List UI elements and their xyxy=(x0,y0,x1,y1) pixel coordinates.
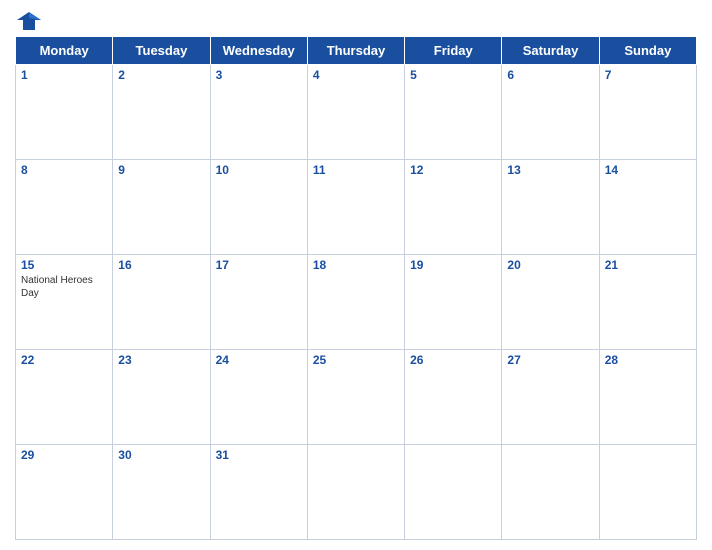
day-number: 5 xyxy=(410,68,496,82)
calendar-cell: 27 xyxy=(502,350,599,445)
calendar-cell: 4 xyxy=(307,65,404,160)
calendar-cell: 9 xyxy=(113,160,210,255)
calendar-cell: 18 xyxy=(307,255,404,350)
calendar-cell xyxy=(307,445,404,540)
calendar-header xyxy=(15,10,697,32)
calendar-cell: 7 xyxy=(599,65,696,160)
calendar-cell: 2 xyxy=(113,65,210,160)
day-number: 30 xyxy=(118,448,204,462)
day-number: 29 xyxy=(21,448,107,462)
weekday-header-thursday: Thursday xyxy=(307,37,404,65)
calendar-cell: 28 xyxy=(599,350,696,445)
weekday-header-friday: Friday xyxy=(405,37,502,65)
day-number: 6 xyxy=(507,68,593,82)
week-row-1: 1234567 xyxy=(16,65,697,160)
day-number: 22 xyxy=(21,353,107,367)
day-number: 3 xyxy=(216,68,302,82)
day-number: 11 xyxy=(313,163,399,177)
week-row-5: 29 30 31 xyxy=(16,445,697,540)
week-row-3: 15 National Heroes Day 16 17 18 19 20 21 xyxy=(16,255,697,350)
day-number: 21 xyxy=(605,258,691,272)
calendar-cell: 5 xyxy=(405,65,502,160)
calendar-cell: 14 xyxy=(599,160,696,255)
calendar-cell xyxy=(405,445,502,540)
day-number: 18 xyxy=(313,258,399,272)
weekday-header-sunday: Sunday xyxy=(599,37,696,65)
day-number: 13 xyxy=(507,163,593,177)
day-number: 28 xyxy=(605,353,691,367)
weekday-header-row: MondayTuesdayWednesdayThursdayFridaySatu… xyxy=(16,37,697,65)
calendar-cell: 26 xyxy=(405,350,502,445)
calendar-cell: 13 xyxy=(502,160,599,255)
logo xyxy=(15,10,47,32)
calendar-cell: 29 xyxy=(16,445,113,540)
day-number: 2 xyxy=(118,68,204,82)
day-number: 12 xyxy=(410,163,496,177)
day-number: 26 xyxy=(410,353,496,367)
weekday-header-saturday: Saturday xyxy=(502,37,599,65)
day-number: 8 xyxy=(21,163,107,177)
day-number: 9 xyxy=(118,163,204,177)
weekday-header-wednesday: Wednesday xyxy=(210,37,307,65)
day-number: 10 xyxy=(216,163,302,177)
calendar-cell: 10 xyxy=(210,160,307,255)
calendar-cell: 15 National Heroes Day xyxy=(16,255,113,350)
day-number: 19 xyxy=(410,258,496,272)
day-number: 1 xyxy=(21,68,107,82)
weekday-header-monday: Monday xyxy=(16,37,113,65)
calendar-cell: 12 xyxy=(405,160,502,255)
calendar-cell: 17 xyxy=(210,255,307,350)
logo-bird-icon xyxy=(15,10,43,32)
calendar-cell: 20 xyxy=(502,255,599,350)
day-number: 20 xyxy=(507,258,593,272)
calendar-cell: 23 xyxy=(113,350,210,445)
calendar-cell: 1 xyxy=(16,65,113,160)
calendar-cell: 3 xyxy=(210,65,307,160)
weekday-header-tuesday: Tuesday xyxy=(113,37,210,65)
day-number: 17 xyxy=(216,258,302,272)
day-number: 31 xyxy=(216,448,302,462)
calendar-cell: 16 xyxy=(113,255,210,350)
holiday-label: National Heroes Day xyxy=(21,274,107,300)
day-number: 23 xyxy=(118,353,204,367)
calendar-cell xyxy=(502,445,599,540)
day-number: 25 xyxy=(313,353,399,367)
calendar-cell: 24 xyxy=(210,350,307,445)
calendar-cell: 19 xyxy=(405,255,502,350)
calendar-table: MondayTuesdayWednesdayThursdayFridaySatu… xyxy=(15,36,697,540)
week-row-2: 89 10 11 12 13 14 xyxy=(16,160,697,255)
calendar-cell: 22 xyxy=(16,350,113,445)
day-number: 15 xyxy=(21,258,107,272)
day-number: 24 xyxy=(216,353,302,367)
calendar-cell: 11 xyxy=(307,160,404,255)
day-number: 7 xyxy=(605,68,691,82)
calendar-cell: 31 xyxy=(210,445,307,540)
day-number: 14 xyxy=(605,163,691,177)
day-number: 16 xyxy=(118,258,204,272)
calendar-cell: 21 xyxy=(599,255,696,350)
calendar-cell xyxy=(599,445,696,540)
calendar-cell: 25 xyxy=(307,350,404,445)
day-number: 27 xyxy=(507,353,593,367)
week-row-4: 22 23 24 25 26 27 28 xyxy=(16,350,697,445)
calendar-cell: 8 xyxy=(16,160,113,255)
day-number: 4 xyxy=(313,68,399,82)
calendar-cell: 30 xyxy=(113,445,210,540)
calendar-cell: 6 xyxy=(502,65,599,160)
